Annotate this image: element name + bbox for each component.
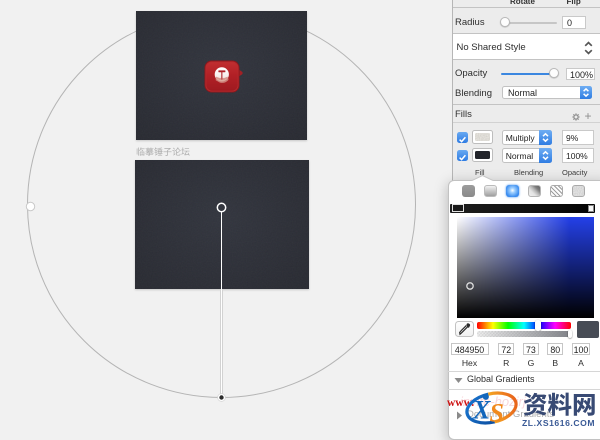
svg-text:X: X <box>472 395 491 424</box>
svg-text:S: S <box>490 398 504 425</box>
